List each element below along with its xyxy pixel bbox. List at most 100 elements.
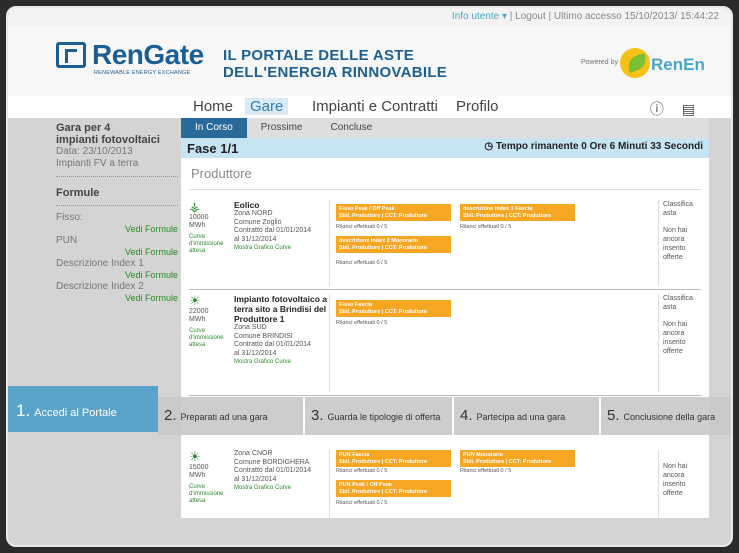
offer-box[interactable]: descrizione Index 2 Monorario Sbil. Produ… — [336, 236, 451, 253]
step-label: Partecipa ad una gara — [476, 412, 566, 422]
offer-box[interactable]: PUN Fascia Sbil. Produttore | CCT: Produt… — [336, 450, 451, 467]
gara-type: Impianti FV a terra — [56, 158, 139, 169]
tab-concluse[interactable]: Concluse — [316, 118, 386, 138]
gara-title-2: impianti fotovoltaici — [56, 134, 160, 146]
sun-icon: ☀ — [189, 293, 201, 308]
step-4[interactable]: 4. Partecipa ad una gara — [454, 397, 599, 435]
last-access: Ultimo accesso 15/10/2013/ 15:44:22 — [553, 11, 719, 22]
offer-box[interactable]: Fisso Fascia Sbil. Produttore | CCT: Prod… — [336, 300, 451, 317]
step-2[interactable]: 2. Preparati ad una gara — [158, 397, 303, 435]
classifica-link[interactable]: Classifica asta — [663, 200, 701, 218]
vedi-formule-link[interactable]: Vedi Formule — [56, 270, 178, 281]
status-line: Non hai — [663, 321, 688, 328]
grafico-link[interactable]: Mostra Grafico Curve — [234, 358, 329, 367]
renen-logo: RenEn — [651, 55, 705, 74]
status-line: inserito — [663, 245, 686, 252]
classifica-link[interactable]: Classifica asta — [663, 294, 701, 312]
content-area: Produttore ⚶ 10000 MWh Curve d'immission… — [181, 158, 709, 518]
step-5[interactable]: 5. Conclusione della gara — [601, 397, 731, 435]
mwh-unit: MWh — [189, 222, 206, 229]
offer-note: Rilanci effettuati 0 / 5 — [336, 224, 388, 230]
step-label: Accedi al Portale — [34, 407, 117, 419]
produttore-heading: Produttore — [189, 158, 701, 190]
steps-bar: 1. Accedi al Portale 2. Preparati ad una g… — [8, 386, 731, 440]
nav-gare[interactable]: Gare — [245, 98, 289, 115]
grafico-link[interactable]: Mostra Grafico Curve — [234, 484, 329, 493]
desc-index2-label: Descrizione Index 2 — [56, 281, 144, 292]
user-info-menu[interactable]: Info utente ▾ — [452, 11, 507, 22]
step-3[interactable]: 3. Guarda le tipologie di offerta — [305, 397, 452, 435]
help-icon[interactable]: ⓘ — [650, 101, 664, 117]
tab-prossime[interactable]: Prossime — [247, 118, 317, 138]
clock-icon: ◷ — [484, 141, 496, 152]
curve-link[interactable]: Curve d'immissione attesa — [189, 234, 233, 255]
nav-home[interactable]: Home — [188, 98, 238, 115]
top-bar: Info utente ▾ | Logout | Ultimo accesso … — [8, 8, 731, 26]
status-line: offerte — [663, 490, 683, 497]
offer-note: Rilanci effettuati 0 / 5 — [460, 224, 512, 230]
contratto-end: al 31/12/2014 — [234, 235, 277, 243]
step-num: 4. — [460, 407, 473, 424]
mwh-value: 10000 — [189, 214, 209, 221]
offer-note: Rilanci effettuati 0 / 5 — [336, 260, 388, 266]
zona: Zona SUD — [234, 324, 267, 331]
vedi-formule-link[interactable]: Vedi Formule — [56, 247, 178, 258]
status-line: Non hai — [663, 463, 688, 470]
offer-note: Rilanci effettuati 0 / 5 — [336, 320, 388, 326]
main-nav: Home Gare Impianti e Contratti Profilo ⓘ… — [8, 96, 731, 118]
tagline: IL PORTALE DELLE ASTE DELL'ENERGIA RINNO… — [223, 47, 447, 81]
grafico-link[interactable]: Mostra Grafico Curve — [234, 244, 329, 253]
offer-box[interactable]: PUN Peak / Off Peak Sbil. Produttore | CC… — [336, 480, 451, 497]
status-line: ancora — [663, 330, 685, 337]
impianto-row: ☀ 22000 MWh Curve d'immissione attesa Im… — [189, 292, 701, 396]
tagline-line2: DELL'ENERGIA RINNOVABILE — [223, 64, 448, 81]
main-panel: In Corso Prossime Concluse Fase 1/1 ◷ Te… — [181, 118, 709, 518]
formule-heading: Formule — [56, 187, 100, 199]
vedi-formule-link[interactable]: Vedi Formule — [56, 224, 178, 235]
offer-sub: Sbil. Produttore | CCT: Produttore — [339, 244, 428, 251]
step-label: Guarda le tipologie di offerta — [327, 412, 441, 422]
curve-link[interactable]: Curve d'immissione attesa — [189, 484, 233, 505]
offer-sub: Sbil. Produttore | CCT: Produttore — [463, 458, 552, 465]
browser-frame: Info utente ▾ | Logout | Ultimo accesso … — [6, 6, 733, 547]
rengate-logo[interactable]: RenGate — [56, 41, 204, 69]
timer: ◷ Tempo rimanente 0 Ore 6 Minuti 33 Seco… — [484, 141, 703, 155]
document-icon[interactable]: ▤ — [682, 101, 695, 117]
mwh-unit: MWh — [189, 316, 206, 323]
fase-title: Fase 1/1 — [187, 141, 239, 156]
offer-sub: Sbil. Produttore | CCT: Produttore — [339, 212, 428, 219]
contratto-end: al 31/12/2014 — [234, 475, 277, 483]
offer-box[interactable]: Fisso Peak / Off Peak Sbil. Produttore | … — [336, 204, 451, 221]
offer-sub: Sbil. Produttore | CCT: Produttore — [463, 212, 552, 219]
impianto-row: ⚶ 10000 MWh Curve d'immissione attesa Eo… — [189, 198, 701, 290]
nav-impianti[interactable]: Impianti e Contratti — [307, 98, 443, 115]
offer-box[interactable]: PUN Monorario Sbil. Produttore | CCT: Pro… — [460, 450, 575, 467]
nav-profilo[interactable]: Profilo — [451, 98, 504, 115]
gara-date: Data: 23/10/2013 — [56, 146, 133, 157]
impianto-name: Impianto fotovoltaico a terra sito a Bri… — [234, 294, 328, 324]
curve-link[interactable]: Curve d'immissione attesa — [189, 328, 233, 349]
zona: Zona CNOR — [234, 450, 273, 457]
mwh-value: 15000 — [189, 464, 209, 471]
wind-turbine-icon: ⚶ — [189, 199, 201, 214]
contratto: Contratto dal 01/01/2014 — [234, 227, 312, 234]
offer-note: Rilanci effettuati 0 / 5 — [336, 468, 388, 474]
offer-box[interactable]: descrizione Index 1 Fascia Sbil. Produtto… — [460, 204, 575, 221]
comune: Comune Zoglio — [234, 218, 282, 226]
comune: Comune BORDIGHERA — [234, 458, 310, 466]
tagline-line1: IL PORTALE DELLE ASTE — [223, 47, 415, 64]
vedi-formule-link[interactable]: Vedi Formule — [56, 293, 178, 304]
gara-tabs: In Corso Prossime Concluse — [181, 118, 709, 138]
contratto: Contratto dal 01/01/2014 — [234, 467, 312, 474]
status-line: inserito — [663, 339, 686, 346]
pun-label: PUN — [56, 235, 78, 246]
powered-by: Powered by — [581, 59, 618, 66]
zona: Zona NORD — [234, 210, 273, 217]
step-1[interactable]: 1. Accedi al Portale — [8, 386, 158, 432]
mwh-value: 22000 — [189, 308, 209, 315]
tab-in-corso[interactable]: In Corso — [181, 118, 247, 138]
logout-link[interactable]: | Logout | — [510, 11, 551, 22]
mwh-unit: MWh — [189, 472, 206, 479]
status-line: offerte — [663, 348, 683, 355]
step-num: 3. — [311, 407, 324, 424]
